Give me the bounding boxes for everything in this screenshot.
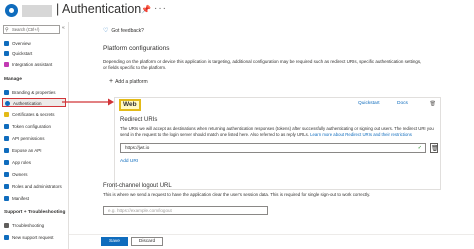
collapse-sidebar-icon[interactable]: « <box>62 25 65 31</box>
web-platform-title: Web <box>119 99 141 111</box>
admin-icon <box>4 184 9 190</box>
delete-platform-icon[interactable]: 🗑 <box>430 101 436 107</box>
web-platform-card: Web Quickstart Docs 🗑 Redirect URIs The … <box>114 97 441 190</box>
support-icon <box>4 235 9 241</box>
sidebar-item-roles-admins[interactable]: Roles and administrators <box>2 182 66 191</box>
discard-button[interactable]: Discard <box>131 237 163 246</box>
logout-url-input[interactable]: e.g. https://example.com/logout <box>103 206 268 215</box>
sidebar-item-overview[interactable]: Overview <box>2 39 66 48</box>
sidebar-item-token-configuration[interactable]: Token configuration <box>2 122 66 131</box>
cloud-api-icon <box>4 148 9 154</box>
app-logo-icon <box>5 4 18 17</box>
search-icon: ⚲ <box>5 27 9 33</box>
token-icon <box>4 124 9 130</box>
redirect-uris-heading: Redirect URIs <box>120 117 158 123</box>
roles-icon <box>4 160 9 166</box>
redirect-learn-more-link[interactable]: Learn more about Redirect URIs and their… <box>310 132 412 137</box>
auth-icon <box>5 101 10 107</box>
title-bar: | Authentication 📌 ··· <box>0 0 474 22</box>
checkmark-icon: ✓ <box>417 145 422 151</box>
owners-icon <box>4 172 9 178</box>
platform-description: Depending on the platform or device this… <box>103 59 422 70</box>
arrows-icon <box>4 136 9 142</box>
platform-configurations-heading: Platform configurations <box>103 45 170 52</box>
wrench-icon <box>4 223 9 229</box>
sidebar-item-new-support-request[interactable]: New support request <box>2 233 66 242</box>
sidebar-item-branding[interactable]: Branding & properties <box>2 88 66 97</box>
key-icon <box>4 112 9 118</box>
page-title: | Authentication <box>56 2 142 16</box>
plus-icon: + <box>109 78 114 85</box>
sidebar-item-certificates[interactable]: Certificates & secrets <box>2 110 66 119</box>
add-uri-link[interactable]: Add URI <box>120 159 138 164</box>
sidebar-item-app-roles[interactable]: App roles <box>2 158 66 167</box>
sidebar-item-integration-assistant[interactable]: Integration assistant <box>2 60 66 69</box>
cloud-icon <box>4 51 9 57</box>
more-options-icon[interactable]: ··· <box>154 3 167 14</box>
sidebar-item-owners[interactable]: Owners <box>2 170 66 179</box>
sidebar-item-troubleshooting[interactable]: Troubleshooting <box>2 221 66 230</box>
sidebar-search-input[interactable]: ⚲ Search (Ctrl+/) <box>3 25 60 34</box>
sidebar-item-authentication[interactable]: Authentication <box>2 98 66 107</box>
manifest-icon <box>4 196 9 202</box>
main-content: Platform configurations Depending on the… <box>69 22 474 249</box>
sidebar-item-quickstart[interactable]: Quickstart <box>2 49 66 58</box>
frontchannel-logout-description: This is where we send a request to have … <box>103 192 371 197</box>
delete-uri-icon[interactable]: 🗑 <box>430 143 439 153</box>
footer-divider <box>69 234 474 235</box>
save-button[interactable]: Save <box>101 237 128 246</box>
pin-icon[interactable]: 📌 <box>141 5 151 14</box>
redirect-uri-input[interactable]: https://jwt.io ✓ <box>120 143 426 153</box>
frontchannel-logout-heading: Front-channel logout URL <box>103 183 172 189</box>
sidebar-item-manifest[interactable]: Manifest <box>2 194 66 203</box>
grid-icon <box>4 41 9 47</box>
rocket-icon <box>4 62 9 68</box>
sidebar: ⚲ Search (Ctrl+/) « Overview Quickstart … <box>0 22 69 249</box>
app-name-redacted <box>22 5 52 17</box>
sidebar-item-expose-api[interactable]: Expose an API <box>2 146 66 155</box>
support-heading: Support + Troubleshooting <box>4 210 66 215</box>
search-placeholder: Search (Ctrl+/) <box>12 27 40 32</box>
add-platform-button[interactable]: + Add a platform <box>109 78 148 85</box>
docs-link[interactable]: Docs <box>397 101 408 106</box>
quickstart-link[interactable]: Quickstart <box>358 101 380 106</box>
sidebar-item-api-permissions[interactable]: API permissions <box>2 134 66 143</box>
manage-heading: Manage <box>4 77 22 82</box>
branding-icon <box>4 90 9 96</box>
redirect-uris-description: The URIs we will accept as destinations … <box>120 126 434 137</box>
